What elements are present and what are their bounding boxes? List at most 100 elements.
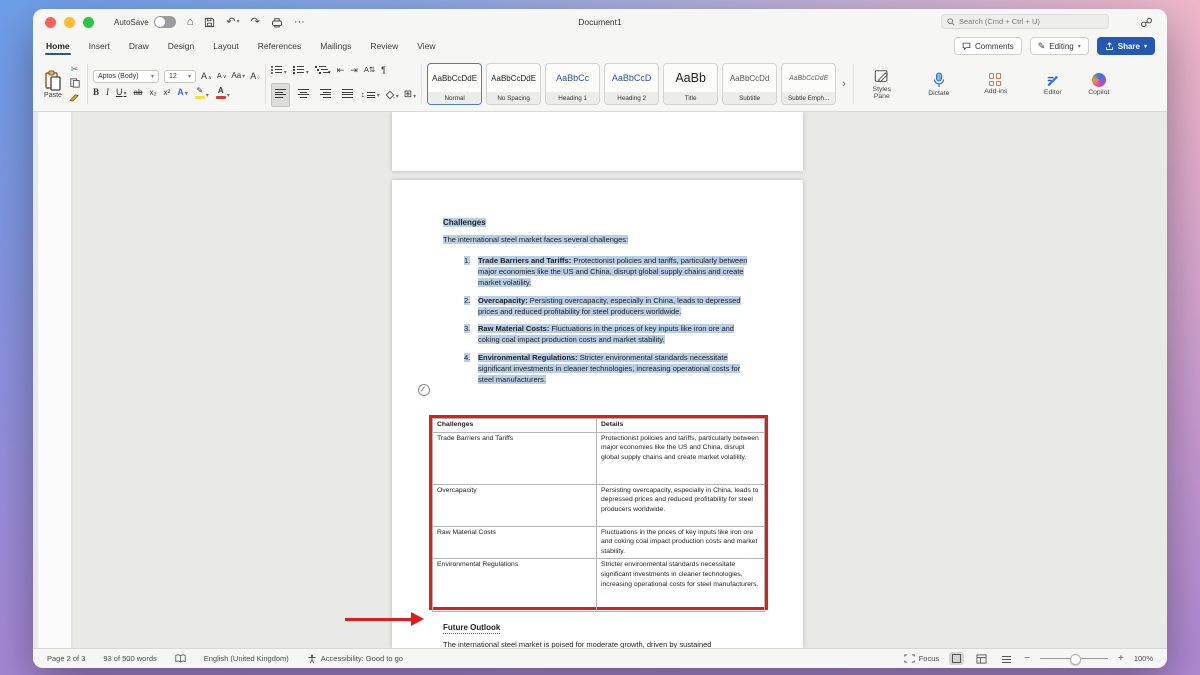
numbering-button[interactable]: ▾ xyxy=(293,61,309,79)
paste-button[interactable]: Paste xyxy=(39,70,67,99)
zoom-in-button[interactable]: + xyxy=(1118,653,1124,664)
add-ins-icon xyxy=(989,73,1002,86)
view-print-layout-button[interactable] xyxy=(949,652,964,665)
redo-button[interactable]: ↷ xyxy=(251,17,260,28)
cut-button[interactable]: ✂ xyxy=(69,64,80,75)
style-subtle-emphasis[interactable]: AaBbCcDdE Subtle Emph... xyxy=(781,63,836,105)
page-2[interactable]: Challenges The international steel marke… xyxy=(392,180,803,648)
tab-view[interactable]: View xyxy=(416,38,436,54)
styles-pane-button[interactable]: Styles Pane xyxy=(859,69,905,100)
tab-design[interactable]: Design xyxy=(167,38,195,54)
proofing-status[interactable] xyxy=(175,654,186,663)
editor-button[interactable]: Editor xyxy=(1030,72,1076,96)
copy-icon xyxy=(70,78,80,88)
language-indicator[interactable]: English (United Kingdom) xyxy=(204,654,289,663)
align-left-button[interactable] xyxy=(271,83,290,107)
style-heading-2[interactable]: AaBbCcD Heading 2 xyxy=(604,63,659,105)
zoom-window-button[interactable] xyxy=(83,17,94,28)
line-spacing-button[interactable]: ↕▾ xyxy=(361,91,380,99)
style-subtitle[interactable]: AaBbCcDd Subtitle xyxy=(722,63,777,105)
print-layout-icon xyxy=(952,654,961,663)
search-input[interactable]: Search (Cmd + Ctrl + U) xyxy=(941,14,1109,29)
strikethrough-button[interactable]: ab xyxy=(134,89,143,97)
text-effects-button[interactable]: A▾ xyxy=(177,88,188,97)
shrink-font-button[interactable]: A∨ xyxy=(217,72,227,80)
zoom-slider-thumb[interactable] xyxy=(1070,654,1081,665)
shading-button[interactable]: ▾ xyxy=(385,90,399,100)
copilot-button[interactable]: Copilot xyxy=(1076,73,1122,96)
italic-button[interactable]: I xyxy=(106,88,109,97)
more-commands-button[interactable]: ··· xyxy=(294,17,305,28)
home-quick-button[interactable]: ⌂ xyxy=(187,17,194,28)
align-right-button[interactable] xyxy=(317,84,334,106)
editing-mode-button[interactable]: ✎ Editing ▾ xyxy=(1030,37,1089,55)
style-no-spacing[interactable]: AaBbCcDdE No Spacing xyxy=(486,63,541,105)
highlight-color-button[interactable]: ✎ ▾ xyxy=(195,87,209,99)
tab-draw[interactable]: Draw xyxy=(128,38,150,54)
tab-home[interactable]: Home xyxy=(45,38,71,54)
zoom-out-button[interactable]: − xyxy=(1024,653,1030,664)
print-button[interactable] xyxy=(271,17,283,28)
copilot-margin-icon[interactable] xyxy=(418,384,430,396)
clear-formatting-button[interactable]: A◊ xyxy=(250,72,260,81)
format-painter-button[interactable] xyxy=(69,93,80,104)
style-normal[interactable]: AaBbCcDdE Normal xyxy=(427,63,482,105)
zoom-percentage[interactable]: 100% xyxy=(1134,654,1153,663)
font-size-select[interactable]: 12 ▾ xyxy=(164,70,196,83)
font-size-caret-icon: ▾ xyxy=(188,73,191,80)
ribbon: Paste ✂ Aptos (Body) ▾ xyxy=(33,57,1167,112)
comments-button[interactable]: Comments xyxy=(954,37,1022,55)
pencil-icon: ✎ xyxy=(1038,41,1046,52)
page-indicator[interactable]: Page 2 of 3 xyxy=(47,654,85,663)
focus-mode-button[interactable]: Focus xyxy=(904,654,939,663)
font-color-button[interactable]: A ▾ xyxy=(216,87,230,99)
undo-button[interactable]: ↶▾ xyxy=(226,17,239,28)
sort-button[interactable]: A⇅ xyxy=(364,66,375,74)
document-body[interactable]: Challenges The international steel marke… xyxy=(443,180,755,385)
close-window-button[interactable] xyxy=(45,17,56,28)
tab-mailings[interactable]: Mailings xyxy=(319,38,352,54)
view-draft-button[interactable] xyxy=(999,652,1014,665)
change-case-button[interactable]: Aa▾ xyxy=(231,72,245,80)
accessibility-status[interactable]: Accessibility: Good to go xyxy=(307,654,403,664)
styles-gallery-more-button[interactable]: › xyxy=(842,79,846,90)
search-icon xyxy=(947,18,955,26)
share-icon xyxy=(1105,42,1114,51)
increase-indent-button[interactable]: ⇥ xyxy=(350,66,358,75)
underline-button[interactable]: U▾ xyxy=(116,88,127,97)
share-button[interactable]: Share ▾ xyxy=(1097,37,1155,55)
align-center-button[interactable] xyxy=(295,84,312,106)
bold-button[interactable]: B xyxy=(93,88,99,97)
tab-references[interactable]: References xyxy=(257,38,302,54)
share-link-button[interactable] xyxy=(1140,15,1153,33)
font-name-select[interactable]: Aptos (Body) ▾ xyxy=(93,70,159,83)
challenges-table[interactable]: Challenges Details Trade Barriers and Ta… xyxy=(432,418,765,612)
tab-review[interactable]: Review xyxy=(369,38,399,54)
dictate-button[interactable]: Dictate xyxy=(916,72,962,97)
minimize-window-button[interactable] xyxy=(64,17,75,28)
print-icon xyxy=(271,17,283,28)
style-heading-1[interactable]: AaBbCc Heading 1 xyxy=(545,63,600,105)
superscript-button[interactable]: x² xyxy=(164,89,171,97)
word-count[interactable]: 93 of 500 words xyxy=(103,654,156,663)
bullets-button[interactable]: ▾ xyxy=(271,61,287,79)
justify-button[interactable] xyxy=(339,84,356,106)
subscript-button[interactable]: x₂ xyxy=(149,89,156,97)
table-cell: Overcapacity xyxy=(433,484,597,526)
save-button[interactable] xyxy=(204,17,215,28)
zoom-slider[interactable] xyxy=(1040,658,1108,660)
share-caret-icon: ▾ xyxy=(1144,43,1147,50)
grow-font-button[interactable]: A∧ xyxy=(201,72,212,81)
add-ins-button[interactable]: Add-ins xyxy=(973,73,1019,95)
decrease-indent-button[interactable]: ⇤ xyxy=(337,66,345,75)
borders-button[interactable]: ⊞▾ xyxy=(404,90,416,100)
tab-insert[interactable]: Insert xyxy=(88,38,111,54)
show-formatting-button[interactable]: ¶ xyxy=(381,66,386,75)
tab-layout[interactable]: Layout xyxy=(212,38,240,54)
style-title[interactable]: AaBb Title xyxy=(663,63,718,105)
autosave-toggle[interactable] xyxy=(154,16,176,28)
multilevel-list-button[interactable]: ▾ xyxy=(315,61,331,79)
outdent-icon: ⇤ xyxy=(337,65,345,75)
copy-button[interactable] xyxy=(69,78,80,90)
view-web-layout-button[interactable] xyxy=(974,652,989,665)
